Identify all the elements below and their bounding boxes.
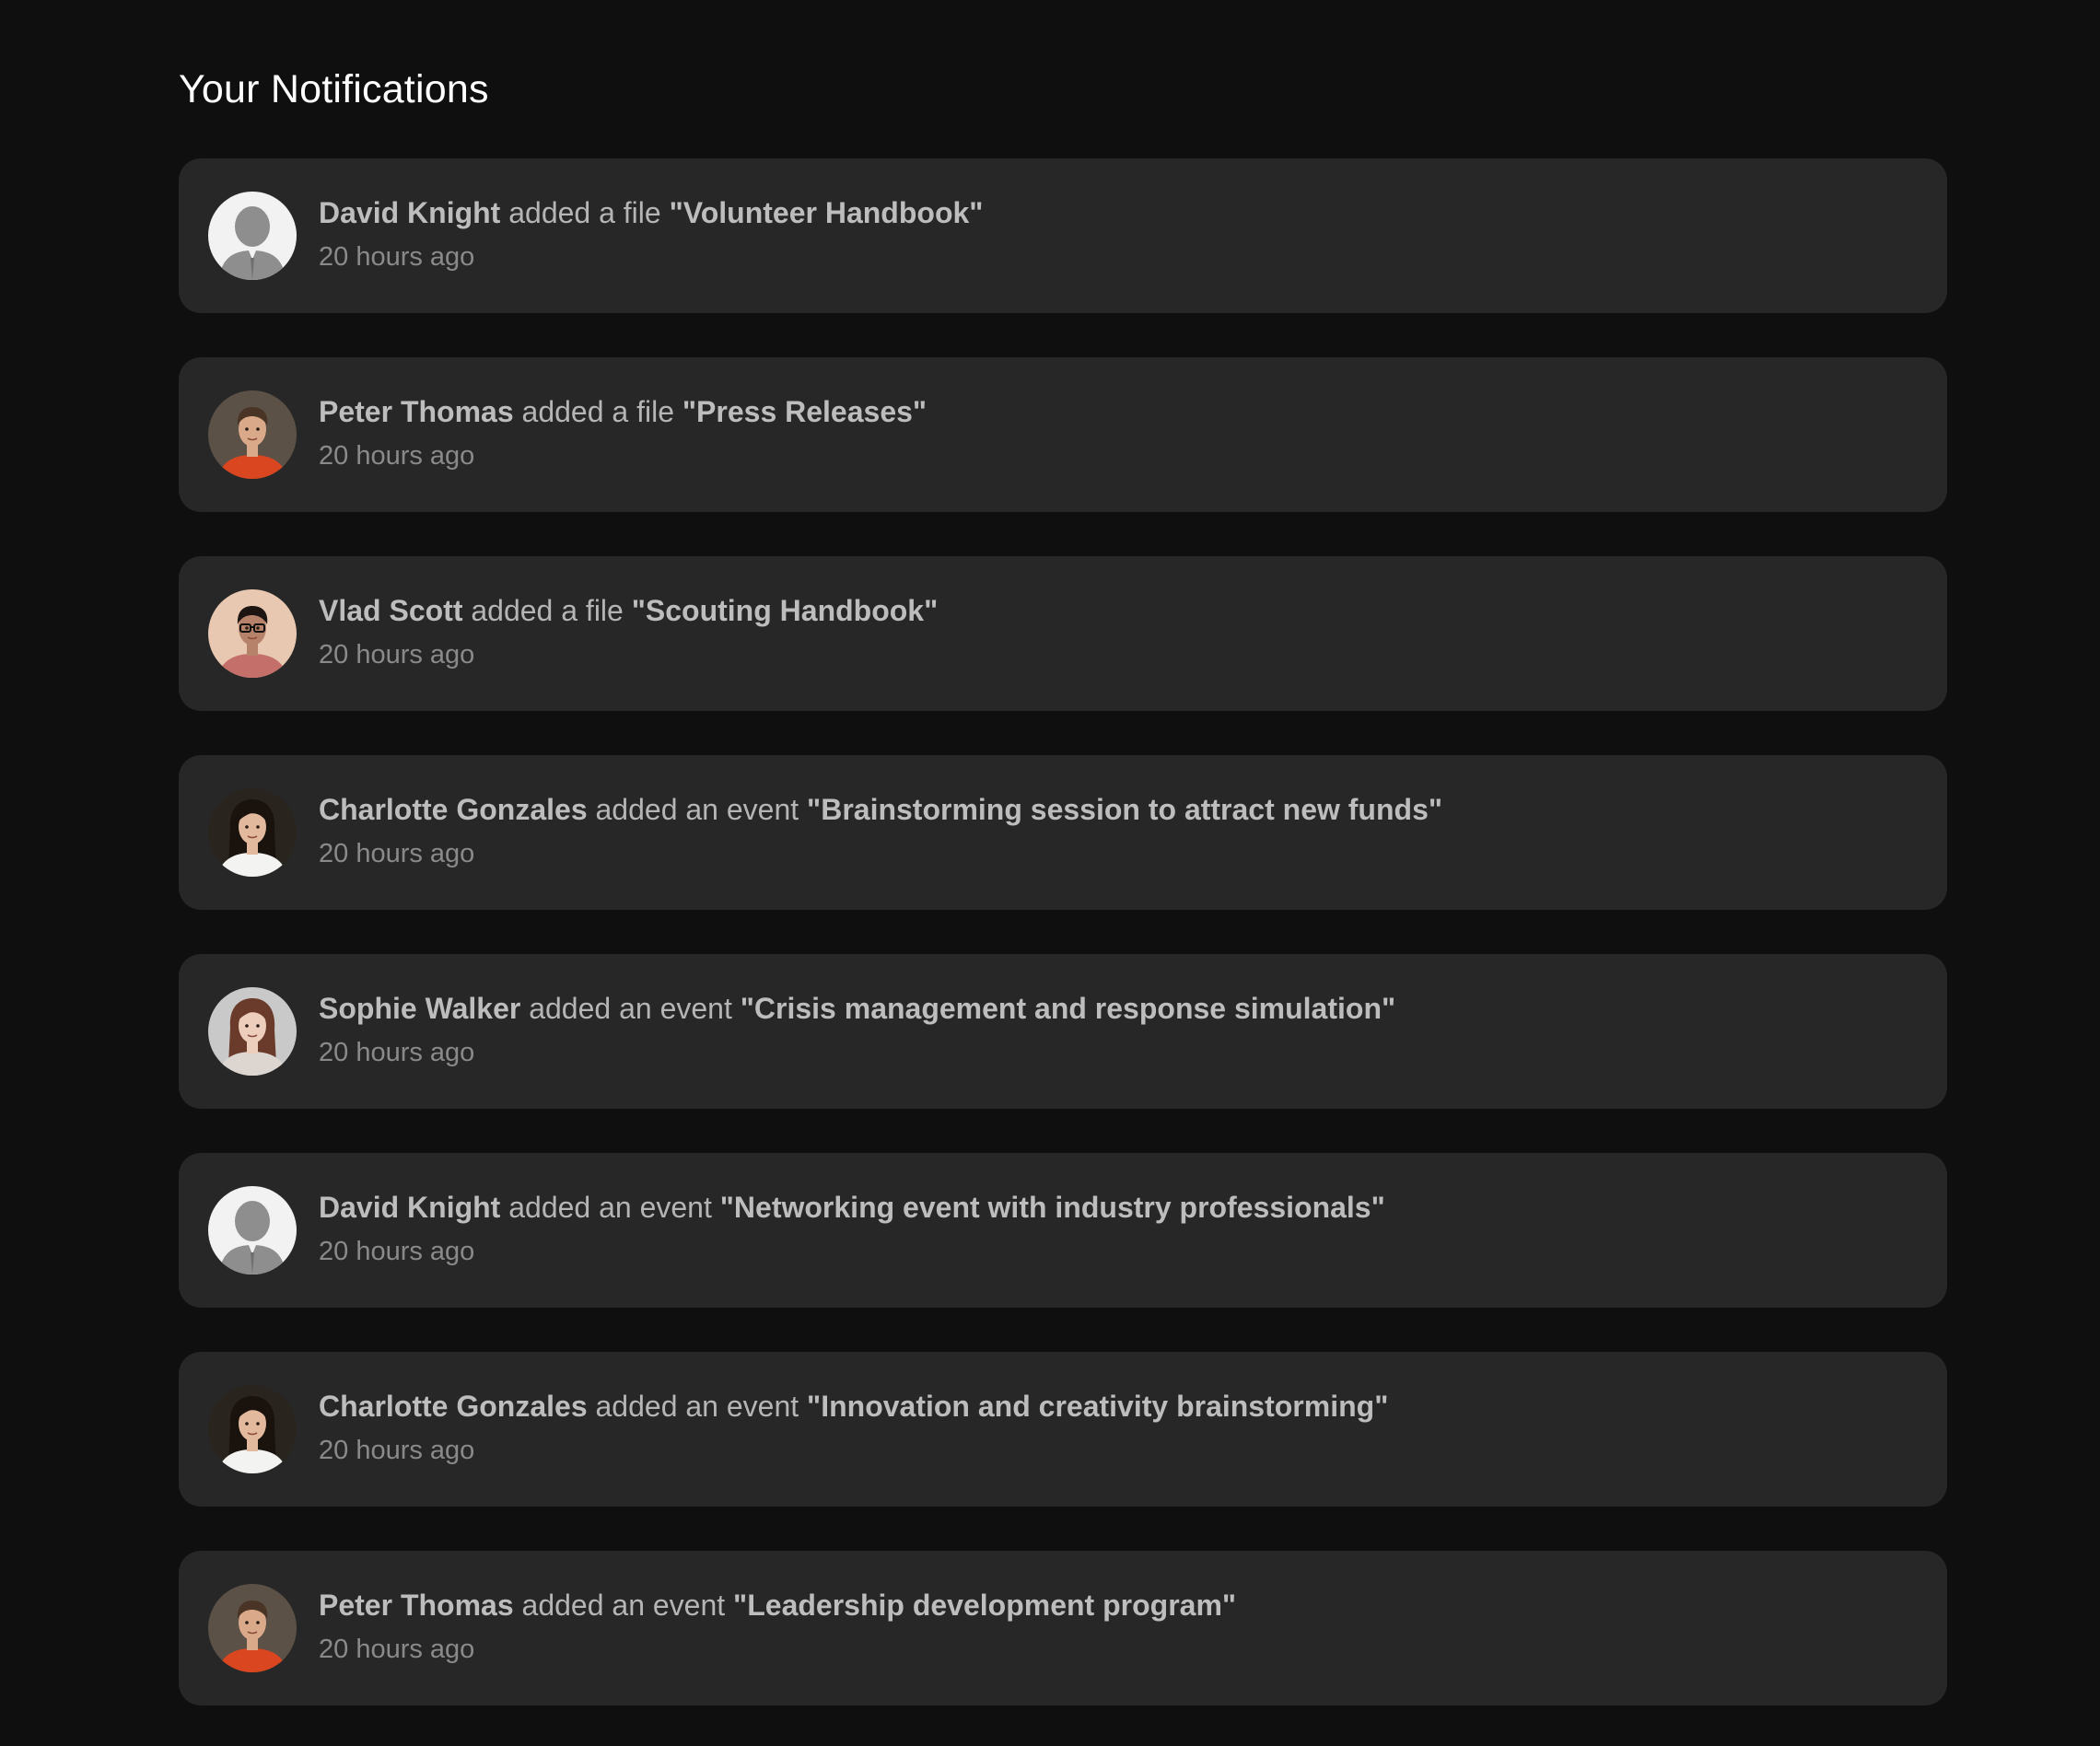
notification-user-name[interactable]: Peter Thomas — [319, 395, 514, 428]
peter-thomas-avatar — [208, 1584, 297, 1672]
notification-card[interactable]: Vlad Scott added a file "Scouting Handbo… — [179, 556, 1947, 711]
notification-subject[interactable]: "Press Releases" — [682, 395, 927, 428]
notification-subject[interactable]: "Leadership development program" — [733, 1589, 1236, 1622]
notification-timestamp: 20 hours ago — [319, 839, 475, 868]
notification-subject[interactable]: "Innovation and creativity brainstorming… — [807, 1390, 1388, 1423]
notification-user-name[interactable]: Charlotte Gonzales — [319, 1390, 588, 1423]
notification-action: added a file — [508, 196, 661, 229]
notification-timestamp: 20 hours ago — [319, 1237, 475, 1266]
notification-action: added a file — [521, 395, 674, 428]
notification-list: David Knight added a file "Volunteer Han… — [179, 158, 1947, 1705]
notification-timestamp: 20 hours ago — [319, 1635, 475, 1664]
notifications-page: Your Notifications David Knight added a … — [0, 0, 2100, 1746]
notification-card[interactable]: Peter Thomas added a file "Press Release… — [179, 357, 1947, 512]
notification-card[interactable]: David Knight added an event "Networking … — [179, 1153, 1947, 1308]
notification-subject[interactable]: "Scouting Handbook" — [632, 594, 939, 627]
notification-message: Charlotte Gonzales added an event "Brain… — [319, 791, 1442, 828]
notification-text: David Knight added an event "Networking … — [319, 1189, 1385, 1268]
notification-timestamp: 20 hours ago — [319, 242, 475, 272]
notification-card[interactable]: Peter Thomas added an event "Leadership … — [179, 1551, 1947, 1705]
notification-message: Peter Thomas added a file "Press Release… — [319, 393, 927, 430]
notification-user-name[interactable]: Sophie Walker — [319, 992, 520, 1025]
notification-subject[interactable]: "Brainstorming session to attract new fu… — [807, 793, 1442, 826]
notification-text: Charlotte Gonzales added an event "Brain… — [319, 791, 1442, 870]
notification-text: David Knight added a file "Volunteer Han… — [319, 194, 983, 274]
notification-text: Vlad Scott added a file "Scouting Handbo… — [319, 592, 938, 671]
notification-message: Peter Thomas added an event "Leadership … — [319, 1587, 1236, 1624]
notification-action: added an event — [595, 1390, 799, 1423]
notification-message: Charlotte Gonzales added an event "Innov… — [319, 1388, 1388, 1425]
notification-user-name[interactable]: Vlad Scott — [319, 594, 462, 627]
notification-action: added an event — [529, 992, 732, 1025]
default-avatar-icon — [208, 192, 297, 280]
notification-card[interactable]: Sophie Walker added an event "Crisis man… — [179, 954, 1947, 1109]
notification-text: Charlotte Gonzales added an event "Innov… — [319, 1388, 1388, 1467]
notification-user-name[interactable]: David Knight — [319, 1191, 500, 1224]
notification-timestamp: 20 hours ago — [319, 1038, 475, 1067]
notification-card[interactable]: David Knight added a file "Volunteer Han… — [179, 158, 1947, 313]
notification-card[interactable]: Charlotte Gonzales added an event "Innov… — [179, 1352, 1947, 1507]
notification-message: David Knight added an event "Networking … — [319, 1189, 1385, 1226]
notification-user-name[interactable]: David Knight — [319, 196, 500, 229]
peter-thomas-avatar — [208, 390, 297, 479]
notification-card[interactable]: Charlotte Gonzales added an event "Brain… — [179, 755, 1947, 910]
notification-timestamp: 20 hours ago — [319, 640, 475, 669]
notification-action: added an event — [595, 793, 799, 826]
notification-message: Vlad Scott added a file "Scouting Handbo… — [319, 592, 938, 629]
notification-subject[interactable]: "Volunteer Handbook" — [670, 196, 984, 229]
default-avatar-icon — [208, 1186, 297, 1275]
notification-action: added a file — [471, 594, 624, 627]
vlad-scott-avatar — [208, 589, 297, 678]
notification-user-name[interactable]: Charlotte Gonzales — [319, 793, 588, 826]
notification-message: Sophie Walker added an event "Crisis man… — [319, 990, 1395, 1027]
notification-subject[interactable]: "Crisis management and response simulati… — [741, 992, 1395, 1025]
notification-timestamp: 20 hours ago — [319, 1436, 475, 1465]
notification-user-name[interactable]: Peter Thomas — [319, 1589, 514, 1622]
notification-text: Sophie Walker added an event "Crisis man… — [319, 990, 1395, 1069]
notification-action: added an event — [508, 1191, 712, 1224]
notification-message: David Knight added a file "Volunteer Han… — [319, 194, 983, 231]
notification-subject[interactable]: "Networking event with industry professi… — [720, 1191, 1385, 1224]
charlotte-gonzales-avatar — [208, 788, 297, 877]
notification-timestamp: 20 hours ago — [319, 441, 475, 471]
notification-text: Peter Thomas added an event "Leadership … — [319, 1587, 1236, 1666]
sophie-walker-avatar — [208, 987, 297, 1076]
page-title: Your Notifications — [179, 67, 489, 111]
charlotte-gonzales-avatar — [208, 1385, 297, 1473]
notification-text: Peter Thomas added a file "Press Release… — [319, 393, 927, 472]
notification-action: added an event — [521, 1589, 726, 1622]
